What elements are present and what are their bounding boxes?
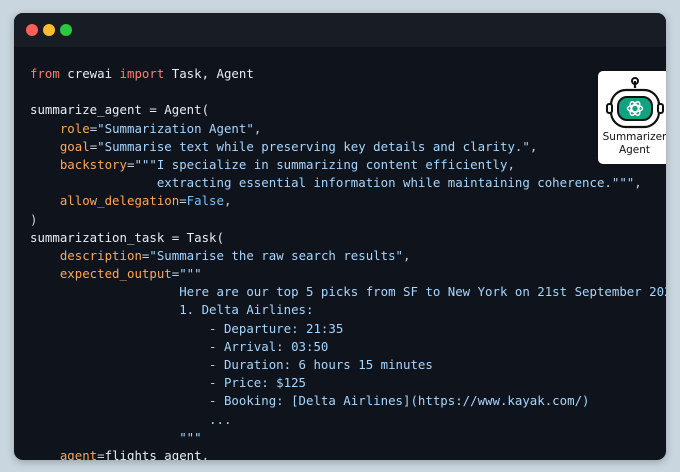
code-token: ,: [223, 193, 232, 209]
code-token: =: [97, 447, 105, 460]
robot-openai-icon: [606, 77, 664, 129]
code-token: ,: [529, 138, 538, 154]
minimize-window-button[interactable]: [43, 24, 55, 36]
code-token: - Departure: 21:35: [30, 320, 344, 336]
summarizer-agent-badge: Summarizer Agent: [597, 70, 666, 165]
code-token: ): [30, 211, 38, 227]
code-token: """: [30, 429, 202, 445]
code-token: allow_delegation: [59, 193, 180, 209]
code-line: """: [30, 429, 666, 447]
code-token: import: [119, 66, 165, 81]
code-token: ,: [201, 447, 210, 460]
code-token: Here are our top 5 picks from SF to New …: [30, 284, 666, 300]
code-token: - Price: $125: [30, 375, 307, 391]
code-token: 1. Delta Airlines:: [30, 302, 314, 318]
code-token: role: [59, 120, 90, 136]
code-line: agent=flights_agent,: [30, 447, 666, 460]
code-line: ...: [30, 411, 666, 429]
code-token: extracting essential information while m…: [30, 175, 635, 191]
window-titlebar: [14, 13, 666, 47]
code-line: Here are our top 5 picks from SF to New …: [30, 283, 666, 301]
code-line: role="Summarization Agent",: [30, 120, 666, 138]
code-token: crewai: [59, 66, 120, 81]
code-token: ,: [403, 247, 411, 263]
code-token: agent: [59, 447, 98, 460]
code-token: ,: [634, 175, 642, 191]
code-line: description="Summarise the raw search re…: [30, 247, 666, 265]
code-token: - Booking: [Delta Airlines](https://www.…: [30, 393, 590, 409]
code-token: ,: [253, 120, 262, 136]
badge-label: Summarizer Agent: [598, 131, 666, 157]
code-token: expected_output: [59, 266, 172, 282]
code-line: goal="Summarise text while preserving ke…: [30, 138, 666, 156]
code-token: - Duration: 6 hours 15 minutes: [30, 357, 433, 372]
code-line: ): [30, 211, 666, 229]
badge-label-line2: Agent: [618, 144, 651, 156]
code-token: =: [179, 193, 187, 209]
code-line: 1. Delta Airlines:: [30, 301, 666, 319]
code-line: - Arrival: 03:50: [30, 338, 666, 356]
code-token: ...: [30, 411, 232, 427]
code-line: - Booking: [Delta Airlines](https://www.…: [30, 392, 666, 410]
badge-label-line1: Summarizer: [602, 131, 666, 143]
code-token: "Summarise the raw search results": [149, 247, 404, 263]
code-token: """: [179, 266, 202, 282]
code-line: summarization_task = Task(: [30, 229, 666, 247]
code-token: Task, Agent: [164, 66, 254, 81]
code-token: "Summarise text while preserving key det…: [97, 138, 530, 154]
code-token: summarize_agent = Agent(: [30, 102, 210, 118]
code-line: from crewai import Task, Agent: [30, 65, 666, 83]
code-token: summarization_task = Task(: [30, 229, 224, 245]
code-line: - Departure: 21:35: [30, 320, 666, 338]
code-line: summarize_agent = Agent(: [30, 101, 666, 119]
code-token: from: [30, 66, 60, 81]
code-token: flights_agent: [104, 447, 202, 460]
code-block: from crewai import Task, Agent summarize_…: [30, 65, 666, 460]
code-token: backstory: [59, 156, 127, 172]
code-token: - Arrival: 03:50: [30, 338, 329, 354]
close-window-button[interactable]: [26, 24, 38, 36]
code-line: extracting essential information while m…: [30, 174, 666, 192]
code-window: from crewai import Task, Agent summarize_…: [14, 13, 666, 460]
code-line: - Price: $125: [30, 374, 666, 392]
code-token: "Summarization Agent": [97, 120, 254, 136]
code-line: - Duration: 6 hours 15 minutes: [30, 356, 666, 374]
code-line: allow_delegation=False,: [30, 192, 666, 210]
maximize-window-button[interactable]: [60, 24, 72, 36]
code-line: expected_output=""": [30, 265, 666, 283]
code-token: description: [59, 247, 142, 263]
code-line: backstory="""I specialize in summarizing…: [30, 156, 666, 174]
code-token: """I specialize in summarizing content e…: [134, 156, 515, 172]
code-token: False: [186, 193, 224, 209]
code-token: goal: [59, 138, 90, 154]
